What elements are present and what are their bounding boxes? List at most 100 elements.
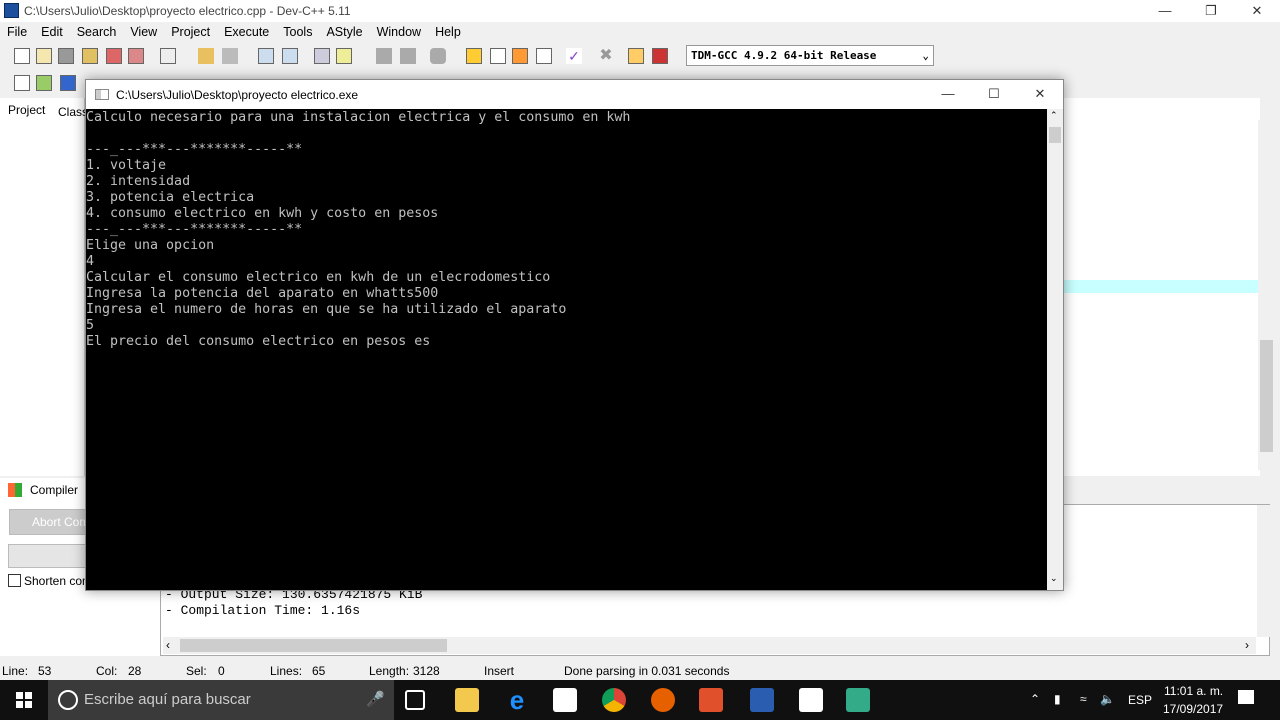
run-icon[interactable]: [490, 48, 506, 64]
status-sel: 0: [218, 664, 225, 678]
volume-icon[interactable]: 🔈: [1100, 692, 1115, 706]
syntax-check-icon[interactable]: ✓: [566, 48, 582, 64]
toggle-bookmark-icon[interactable]: [336, 48, 352, 64]
stop-execution-icon[interactable]: ✖: [598, 48, 614, 64]
unindent-icon[interactable]: [400, 48, 416, 64]
edge-icon[interactable]: e: [505, 687, 529, 713]
scroll-right-icon[interactable]: ›: [1245, 638, 1249, 652]
output-horizontal-scrollbar[interactable]: ‹ ›: [163, 637, 1256, 654]
menu-file[interactable]: File: [0, 22, 34, 44]
console-line: Ingresa el numero de horas en que se ha …: [86, 302, 567, 317]
console-line: Ingresa la potencia del aparato en whatt…: [86, 286, 439, 301]
chrome-icon[interactable]: [602, 688, 626, 712]
clock-date[interactable]: 17/09/2017: [1163, 702, 1223, 716]
menu-project[interactable]: Project: [164, 22, 217, 44]
console-output[interactable]: Calculo necesario para una instalacion e…: [86, 109, 1047, 590]
maximize-button[interactable]: ❐: [1188, 0, 1234, 22]
console-minimize-button[interactable]: —: [925, 83, 971, 105]
minimize-button[interactable]: —: [1142, 0, 1188, 22]
output-scroll-thumb[interactable]: [180, 639, 447, 652]
console-close-button[interactable]: ✕: [1017, 83, 1063, 105]
scroll-down-icon[interactable]: ⌄: [1050, 573, 1058, 584]
compile-icon[interactable]: [466, 48, 482, 64]
file-explorer-icon[interactable]: [455, 688, 479, 712]
add-to-project-icon[interactable]: [36, 75, 52, 91]
wifi-icon[interactable]: ≈: [1080, 692, 1087, 706]
rebuild-all-icon[interactable]: [536, 48, 552, 64]
menu-view[interactable]: View: [123, 22, 164, 44]
output-vertical-scrollbar[interactable]: [1257, 505, 1271, 637]
current-line-highlight: [1063, 280, 1259, 293]
language-indicator[interactable]: ESP: [1128, 693, 1152, 707]
close-file-icon[interactable]: [106, 48, 122, 64]
shorten-paths-checkbox[interactable]: [8, 574, 21, 587]
clock-time[interactable]: 11:01 a. m.: [1164, 684, 1223, 698]
tab-project[interactable]: Project: [2, 100, 52, 120]
find-icon[interactable]: [258, 48, 274, 64]
task-view-icon[interactable]: [405, 690, 425, 710]
project-panel: [0, 98, 85, 476]
editor-scroll-thumb[interactable]: [1260, 340, 1273, 452]
console-line: ---_---***---*******-----**: [86, 142, 303, 157]
console-scrollbar[interactable]: ⌃ ⌄: [1047, 109, 1063, 590]
save-icon[interactable]: [58, 48, 74, 64]
store-icon[interactable]: [553, 688, 577, 712]
menu-window[interactable]: Window: [370, 22, 428, 44]
taskbar-search-box[interactable]: Escribe aquí para buscar 🎤: [48, 680, 394, 720]
tab-compiler[interactable]: Compiler: [0, 478, 85, 504]
devcpp-taskbar-icon[interactable]: [750, 688, 774, 712]
goto-line-icon[interactable]: [314, 48, 330, 64]
menu-execute[interactable]: Execute: [217, 22, 276, 44]
delete-profile-icon[interactable]: [652, 48, 668, 64]
open-file-icon[interactable]: [36, 48, 52, 64]
start-windows-icon[interactable]: [16, 692, 32, 708]
status-bar: Line: 53 Col: 28 Sel: 0 Lines: 65 Length: 312…: [0, 660, 1280, 680]
print-icon[interactable]: [160, 48, 176, 64]
tab-compiler-label: Compiler: [30, 483, 79, 497]
console-taskbar-icon[interactable]: [846, 688, 870, 712]
remove-from-project-icon[interactable]: [60, 75, 76, 91]
new-file-icon[interactable]: [14, 48, 30, 64]
menu-search[interactable]: Search: [70, 22, 124, 44]
menu-help[interactable]: Help: [428, 22, 468, 44]
console-line: El precio del consumo electrico en pesos…: [86, 334, 431, 349]
close-all-icon[interactable]: [128, 48, 144, 64]
console-line: 3. potencia electrica: [86, 190, 255, 205]
indent-icon[interactable]: [376, 48, 392, 64]
scroll-left-icon[interactable]: ‹: [166, 638, 170, 652]
firefox-icon[interactable]: [651, 688, 675, 712]
devcpp-app-icon: [4, 3, 19, 18]
new-project-icon[interactable]: [14, 75, 30, 91]
save-all-icon[interactable]: [82, 48, 98, 64]
compile-run-icon[interactable]: [512, 48, 528, 64]
cortana-icon: [58, 690, 78, 710]
close-button[interactable]: ✕: [1234, 0, 1280, 22]
undo-icon[interactable]: [198, 48, 214, 64]
tab-classes[interactable]: Classes: [52, 102, 86, 122]
status-line: 53: [38, 664, 52, 678]
office-icon[interactable]: [699, 688, 723, 712]
menu-astyle[interactable]: AStyle: [319, 22, 369, 44]
menu-tools[interactable]: Tools: [276, 22, 319, 44]
action-center-icon[interactable]: [1238, 690, 1254, 704]
main-toolbar: ✓ ✖ TDM-GCC 4.9.2 64-bit Release ⌄: [0, 44, 1280, 70]
scroll-up-icon[interactable]: ⌃: [1050, 110, 1058, 121]
compiler-select[interactable]: TDM-GCC 4.9.2 64-bit Release ⌄: [686, 45, 934, 66]
microphone-icon[interactable]: 🎤: [366, 690, 385, 708]
console-line: 5: [86, 318, 95, 333]
compilation-time-line: - Compilation Time: 1.16s: [165, 603, 361, 618]
status-insert-mode: Insert: [484, 664, 515, 678]
show-hidden-icons-icon[interactable]: ⌃: [1030, 692, 1040, 706]
status-length: 3128: [413, 664, 440, 678]
comment-icon[interactable]: [430, 48, 446, 64]
battery-icon[interactable]: ▮: [1054, 692, 1061, 706]
console-scroll-thumb[interactable]: [1049, 127, 1061, 143]
redo-icon[interactable]: [222, 48, 238, 64]
menu-edit[interactable]: Edit: [34, 22, 70, 44]
mail-icon[interactable]: [799, 688, 823, 712]
status-lines: 65: [312, 664, 326, 678]
console-maximize-button[interactable]: ☐: [971, 83, 1017, 105]
profile-icon[interactable]: [628, 48, 644, 64]
replace-icon[interactable]: [282, 48, 298, 64]
